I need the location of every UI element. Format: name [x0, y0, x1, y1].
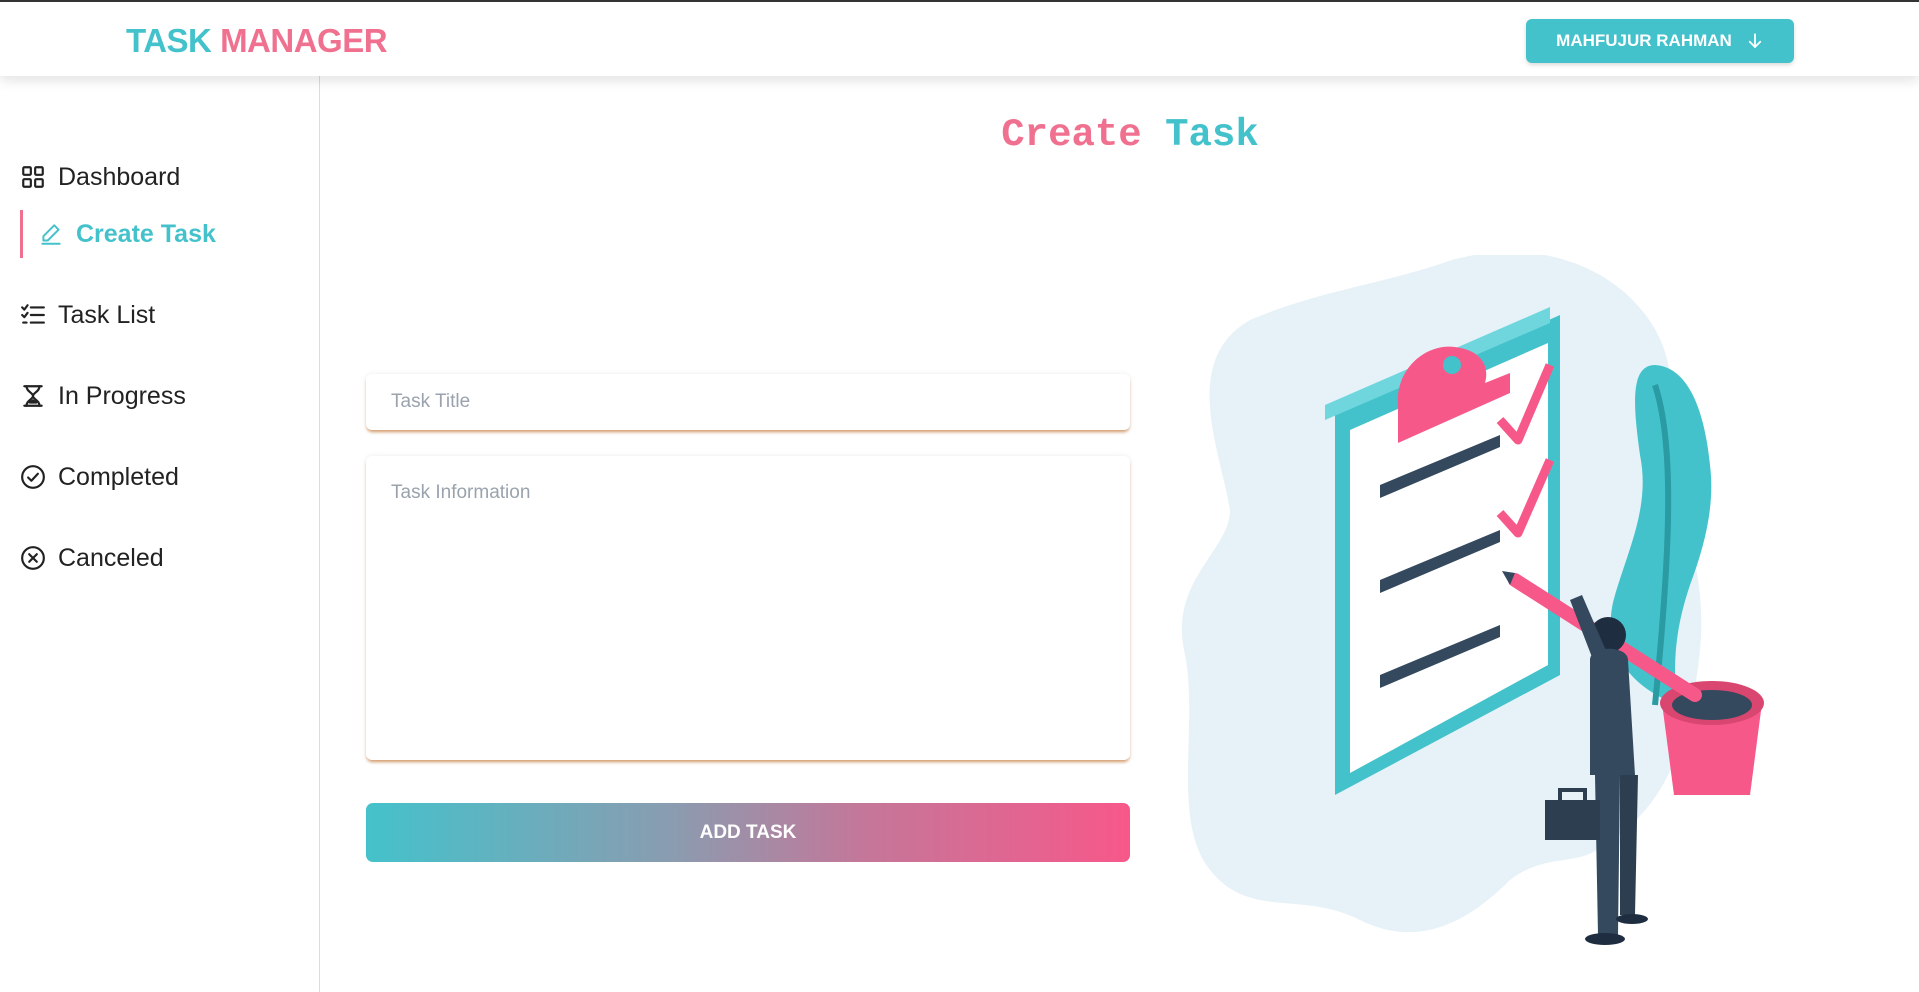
checklist-icon — [21, 304, 45, 324]
logo-part-task: TASK — [126, 22, 212, 59]
top-bar: TASK MANAGER MAHFUJUR RAHMAN — [0, 0, 1919, 76]
sidebar-item-task-list[interactable]: Task List — [20, 291, 300, 339]
sidebar: Dashboard Create Task Task List In Progr… — [0, 76, 320, 992]
user-name-label: MAHFUJUR RAHMAN — [1556, 31, 1732, 50]
arrow-down-icon — [1748, 33, 1761, 48]
task-information-textarea[interactable] — [366, 456, 1130, 760]
user-menu-button[interactable]: MAHFUJUR RAHMAN — [1526, 19, 1794, 63]
grid-icon — [22, 166, 44, 188]
sidebar-item-create-task[interactable]: Create Task — [20, 210, 300, 258]
logo-part-manager: MANAGER — [220, 22, 388, 59]
sidebar-item-dashboard[interactable]: Dashboard — [20, 153, 300, 201]
page-title: Create Task — [800, 113, 1460, 157]
app-logo[interactable]: TASK MANAGER — [126, 22, 388, 60]
task-illustration — [1182, 255, 1764, 945]
hourglass-icon — [23, 385, 43, 407]
sidebar-item-label: Create Task — [76, 219, 216, 248]
task-title-input[interactable] — [366, 374, 1130, 430]
sidebar-item-in-progress[interactable]: In Progress — [20, 372, 300, 420]
x-circle-icon — [21, 546, 45, 570]
sidebar-item-completed[interactable]: Completed — [20, 453, 300, 501]
sidebar-item-label: In Progress — [58, 381, 186, 410]
sidebar-item-label: Task List — [58, 300, 156, 329]
page-title-part2: Task — [1165, 113, 1259, 157]
sidebar-item-label: Canceled — [58, 543, 164, 572]
sidebar-item-canceled[interactable]: Canceled — [20, 534, 300, 582]
add-task-button[interactable]: ADD TASK — [366, 803, 1130, 862]
check-circle-icon — [21, 465, 45, 489]
pencil-icon — [41, 224, 61, 245]
page-title-part1: Create — [1001, 113, 1142, 157]
sidebar-item-label: Completed — [58, 462, 179, 491]
sidebar-item-label: Dashboard — [58, 162, 181, 191]
